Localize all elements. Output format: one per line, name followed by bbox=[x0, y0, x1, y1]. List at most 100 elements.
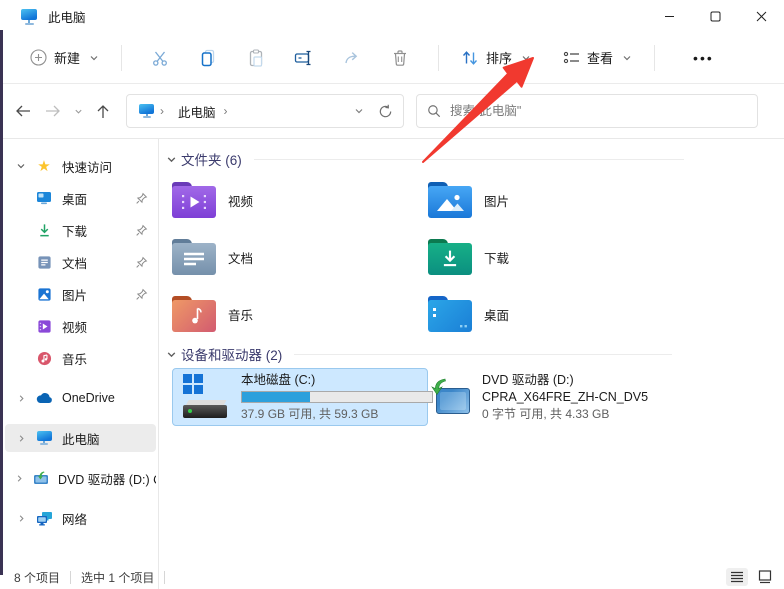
chevron-right-icon[interactable] bbox=[17, 394, 26, 403]
new-button[interactable]: 新建 bbox=[22, 42, 107, 73]
sidebar-item-documents[interactable]: 文档 bbox=[5, 248, 156, 276]
folder-tile-pictures[interactable]: 图片 bbox=[428, 175, 678, 225]
maximize-icon bbox=[710, 11, 720, 21]
download-icon bbox=[35, 223, 53, 238]
status-divider bbox=[164, 570, 166, 584]
pin-icon bbox=[136, 288, 148, 300]
sidebar-item-this-pc[interactable]: 此电脑 bbox=[5, 424, 156, 452]
address-bar[interactable]: › 此电脑 › bbox=[126, 94, 404, 128]
more-options-button[interactable]: ••• bbox=[683, 50, 724, 66]
plus-circle-icon bbox=[30, 49, 47, 66]
refresh-icon[interactable] bbox=[378, 104, 393, 119]
rename-button[interactable] bbox=[280, 40, 328, 76]
view-button[interactable]: 查看 bbox=[555, 42, 640, 73]
close-icon bbox=[756, 11, 766, 21]
sidebar-item-downloads[interactable]: 下载 bbox=[5, 216, 156, 244]
large-icons-view-icon bbox=[758, 570, 772, 584]
minimize-button[interactable] bbox=[646, 0, 692, 32]
delete-button[interactable] bbox=[376, 40, 424, 76]
pictures-icon bbox=[35, 287, 53, 302]
view-icon bbox=[563, 51, 580, 64]
folder-tile-desktop[interactable]: 桌面 bbox=[428, 289, 678, 339]
folder-tile-documents[interactable]: 文档 bbox=[172, 232, 422, 282]
folder-tile-downloads[interactable]: 下载 bbox=[428, 232, 678, 282]
status-divider bbox=[70, 570, 72, 584]
drive-tile-local-disk-c[interactable]: 本地磁盘 (C:) 37.9 GB 可用, 共 59.3 GB bbox=[172, 368, 433, 426]
group-header-folders[interactable]: 文件夹 (6) bbox=[166, 149, 684, 169]
toolbar-divider bbox=[438, 44, 440, 71]
desktop-folder-icon bbox=[428, 296, 472, 332]
chevron-down-icon bbox=[623, 55, 631, 60]
cut-button[interactable] bbox=[136, 40, 184, 76]
sidebar-item-onedrive[interactable]: OneDrive bbox=[5, 384, 156, 412]
recent-locations-button[interactable] bbox=[68, 96, 88, 126]
view-button-label: 查看 bbox=[587, 51, 614, 66]
arrow-right-icon bbox=[46, 105, 60, 117]
folder-tile-music[interactable]: 音乐 bbox=[172, 289, 422, 339]
drive-tile-dvd-d[interactable]: DVD 驱动器 (D:) CPRA_X64FRE_ZH-CN_DV5 0 字节 … bbox=[428, 368, 776, 426]
downloads-folder-icon bbox=[428, 239, 472, 275]
details-view-toggle[interactable] bbox=[726, 568, 748, 586]
music-icon bbox=[35, 351, 53, 366]
item-count: 8 个项目 bbox=[14, 570, 61, 585]
minimize-icon bbox=[664, 15, 674, 17]
arrow-left-icon bbox=[16, 105, 30, 117]
command-toolbar: 新建 排序 查看 ••• bbox=[0, 32, 784, 84]
selected-count: 选中 1 个项目 bbox=[81, 570, 155, 585]
paste-button[interactable] bbox=[232, 40, 280, 76]
chevron-down-icon[interactable] bbox=[166, 154, 177, 165]
breadcrumb-separator[interactable]: › bbox=[218, 104, 234, 118]
search-box[interactable] bbox=[416, 94, 758, 128]
navigation-pane: ★ 快速访问 桌面 下载 文档 图片 视频 音乐 OneDrive 此电脑 DV… bbox=[3, 139, 158, 565]
this-pc-app-icon bbox=[21, 8, 37, 25]
up-button[interactable] bbox=[88, 96, 118, 126]
close-button[interactable] bbox=[738, 0, 784, 32]
navigation-bar: › 此电脑 › bbox=[0, 84, 784, 139]
rename-icon bbox=[294, 50, 311, 65]
search-input[interactable] bbox=[450, 104, 747, 118]
sidebar-item-pictures[interactable]: 图片 bbox=[5, 280, 156, 308]
back-button[interactable] bbox=[8, 96, 38, 126]
chevron-right-icon[interactable] bbox=[17, 514, 26, 523]
music-folder-icon bbox=[172, 296, 216, 332]
chevron-down-icon[interactable] bbox=[166, 349, 177, 360]
cut-icon bbox=[153, 51, 167, 66]
sidebar-item-dvd-drive[interactable]: DVD 驱动器 (D:) CP bbox=[5, 464, 156, 492]
local-disk-icon bbox=[181, 374, 229, 420]
share-icon bbox=[345, 51, 358, 63]
window-title: 此电脑 bbox=[48, 10, 86, 25]
search-icon bbox=[428, 105, 441, 118]
group-rule bbox=[253, 158, 684, 160]
document-icon bbox=[35, 255, 53, 270]
onedrive-cloud-icon bbox=[35, 392, 53, 404]
chevron-down-icon[interactable] bbox=[16, 161, 26, 171]
file-list-pane: 文件夹 (6) 视频 图片 文档 下载 音乐 桌面 设备和驱动器 (2) 本地磁… bbox=[158, 139, 784, 565]
sidebar-item-quick-access[interactable]: ★ 快速访问 bbox=[5, 152, 156, 180]
sidebar-item-videos[interactable]: 视频 bbox=[5, 312, 156, 340]
copy-button[interactable] bbox=[184, 40, 232, 76]
folder-tile-videos[interactable]: 视频 bbox=[172, 175, 422, 225]
arrow-up-icon bbox=[97, 104, 109, 118]
sidebar-item-music[interactable]: 音乐 bbox=[5, 344, 156, 372]
status-bar: 8 个项目 选中 1 个项目 bbox=[0, 565, 784, 589]
pictures-folder-icon bbox=[428, 182, 472, 218]
chevron-down-icon bbox=[74, 109, 82, 114]
chevron-right-icon[interactable] bbox=[17, 434, 26, 443]
chevron-right-icon[interactable] bbox=[15, 474, 24, 483]
pin-icon bbox=[136, 224, 148, 236]
paste-icon bbox=[249, 48, 263, 67]
group-header-drives[interactable]: 设备和驱动器 (2) bbox=[166, 344, 673, 364]
sidebar-item-desktop[interactable]: 桌面 bbox=[5, 184, 156, 212]
dvd-drive-icon bbox=[428, 378, 470, 416]
pin-icon bbox=[136, 192, 148, 204]
large-icons-view-toggle[interactable] bbox=[754, 568, 776, 586]
maximize-button[interactable] bbox=[692, 0, 738, 32]
address-dropdown-icon[interactable] bbox=[354, 106, 364, 116]
sidebar-item-network[interactable]: 网络 bbox=[5, 504, 156, 532]
sort-button[interactable]: 排序 bbox=[453, 42, 539, 73]
toolbar-divider bbox=[654, 44, 656, 71]
documents-folder-icon bbox=[172, 239, 216, 275]
forward-button[interactable] bbox=[38, 96, 68, 126]
breadcrumb[interactable]: 此电脑 bbox=[178, 102, 216, 121]
share-button[interactable] bbox=[328, 40, 376, 76]
